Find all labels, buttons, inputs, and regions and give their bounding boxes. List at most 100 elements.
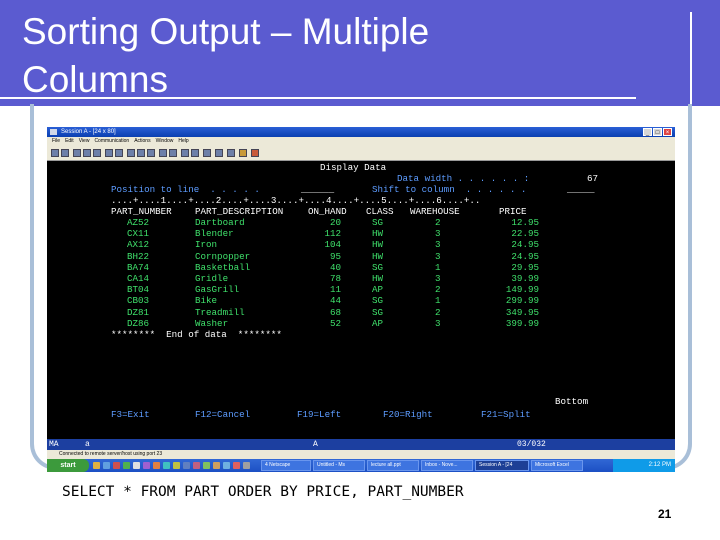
- status-indicator: MA: [49, 440, 59, 449]
- quick-launch-icon[interactable]: [163, 462, 170, 469]
- quick-launch-icon[interactable]: [103, 462, 110, 469]
- window-title: Session A - [24 x 80]: [61, 129, 116, 135]
- menu-file[interactable]: File: [52, 138, 60, 144]
- end-of-data: ******** End of data ********: [111, 329, 282, 340]
- slide-title-line-1: Sorting Output – Multiple: [22, 11, 430, 52]
- cell-description: Treadmill: [195, 306, 245, 318]
- quick-launch-icon[interactable]: [213, 462, 220, 469]
- fkey-split[interactable]: F21=Split: [481, 409, 531, 420]
- toolbar: [47, 146, 675, 161]
- clock: 2:12 PM: [648, 462, 671, 468]
- cell-part-number: DZ81: [127, 306, 150, 318]
- task-inbox[interactable]: Inbox - Nove...: [421, 460, 473, 471]
- toolbar-icon[interactable]: [51, 149, 59, 157]
- status-bar: MA a A 03/032: [47, 439, 675, 450]
- status-session: a: [85, 440, 90, 449]
- menu-window[interactable]: Window: [156, 138, 174, 144]
- taskbar: start 4 Netscape Untitled - Ms lecture a…: [47, 459, 675, 472]
- cell-on-hand: 52: [329, 317, 341, 329]
- toolbar-icon[interactable]: [127, 149, 135, 157]
- toolbar-icon[interactable]: [181, 149, 189, 157]
- cell-warehouse: 3: [435, 250, 441, 262]
- menu-actions[interactable]: Actions: [134, 138, 150, 144]
- cell-price: 12.95: [511, 217, 539, 228]
- bottom-indicator: Bottom: [555, 396, 589, 407]
- cell-description: Bike: [195, 295, 218, 307]
- toolbar-icon[interactable]: [147, 149, 155, 157]
- quick-launch-icon[interactable]: [193, 462, 200, 469]
- quick-launch-icon[interactable]: [133, 462, 140, 469]
- cell-class: HW: [372, 273, 384, 284]
- minimize-button[interactable]: _: [643, 128, 652, 136]
- toolbar-icon[interactable]: [203, 149, 211, 157]
- cell-warehouse: 1: [435, 295, 441, 307]
- cell-description: Cornpopper: [195, 250, 251, 262]
- cell-description: Basketball: [195, 261, 251, 273]
- cell-class: HW: [372, 228, 384, 240]
- cell-part-number: BH22: [127, 250, 150, 262]
- toolbar-icon[interactable]: [115, 149, 123, 157]
- title-underline: [0, 97, 636, 99]
- task-netscape[interactable]: 4 Netscape: [261, 460, 311, 471]
- toolbar-icon[interactable]: [137, 149, 145, 157]
- fkey-cancel[interactable]: F12=Cancel: [195, 409, 250, 420]
- cell-price: 29.95: [511, 261, 539, 273]
- menu-view[interactable]: View: [79, 138, 90, 144]
- cell-warehouse: 2: [435, 217, 441, 228]
- task-excel[interactable]: Microsoft Excel: [531, 460, 583, 471]
- cell-price: 299.99: [505, 295, 539, 307]
- cell-on-hand: 112: [324, 228, 341, 240]
- cursor-position: 03/032: [517, 440, 546, 449]
- menu-communication[interactable]: Communication: [94, 138, 129, 144]
- toolbar-icon[interactable]: [61, 149, 69, 157]
- toolbar-icon[interactable]: [227, 149, 235, 157]
- quick-launch-icon[interactable]: [153, 462, 160, 469]
- cell-warehouse: 2: [435, 284, 441, 296]
- cell-warehouse: 3: [435, 239, 441, 251]
- toolbar-icon[interactable]: [169, 149, 177, 157]
- fkey-left[interactable]: F19=Left: [297, 409, 341, 420]
- toolbar-icon[interactable]: [251, 149, 259, 157]
- toolbar-icon[interactable]: [93, 149, 101, 157]
- cell-part-number: AZ52: [127, 217, 150, 228]
- close-button[interactable]: ×: [663, 128, 672, 136]
- cell-part-number: CA14: [127, 273, 150, 284]
- quick-launch-icon[interactable]: [203, 462, 210, 469]
- cell-warehouse: 3: [435, 273, 441, 284]
- task-lecture[interactable]: lecture all.ppt: [367, 460, 419, 471]
- cell-description: GasGrill: [195, 284, 240, 296]
- slide-title-band: Sorting Output – Multiple Columns: [0, 0, 720, 106]
- quick-launch-icon[interactable]: [223, 462, 230, 469]
- task-untitled[interactable]: Untitled - Ms: [313, 460, 365, 471]
- menu-help[interactable]: Help: [178, 138, 188, 144]
- fkey-right[interactable]: F20=Right: [383, 409, 433, 420]
- quick-launch-icon[interactable]: [233, 462, 240, 469]
- cell-class: HW: [372, 250, 384, 262]
- quick-launch-icon[interactable]: [123, 462, 130, 469]
- toolbar-icon[interactable]: [105, 149, 113, 157]
- fkey-exit[interactable]: F3=Exit: [111, 409, 150, 420]
- quick-launch-icon[interactable]: [173, 462, 180, 469]
- quick-launch-icon[interactable]: [143, 462, 150, 469]
- quick-launch-icon[interactable]: [113, 462, 120, 469]
- toolbar-icon[interactable]: [73, 149, 81, 157]
- cell-on-hand: 78: [329, 273, 341, 284]
- quick-launch-icon[interactable]: [93, 462, 100, 469]
- toolbar-icon[interactable]: [159, 149, 167, 157]
- quick-launch-icon[interactable]: [243, 462, 250, 469]
- window-title-bar: Session A - [24 x 80] _ □ ×: [47, 127, 675, 137]
- task-session-a[interactable]: Session A - [24: [475, 460, 529, 471]
- toolbar-icon[interactable]: [215, 149, 223, 157]
- toolbar-icon[interactable]: [239, 149, 247, 157]
- toolbar-icon[interactable]: [83, 149, 91, 157]
- cell-class: SG: [372, 306, 384, 318]
- cell-price: 24.95: [511, 250, 539, 262]
- cell-description: Gridle: [195, 273, 229, 284]
- cell-class: HW: [372, 239, 384, 251]
- quick-launch-icon[interactable]: [183, 462, 190, 469]
- cell-part-number: BA74: [127, 261, 150, 273]
- start-button[interactable]: start: [47, 459, 89, 472]
- toolbar-icon[interactable]: [191, 149, 199, 157]
- menu-edit[interactable]: Edit: [65, 138, 74, 144]
- maximize-button[interactable]: □: [653, 128, 662, 136]
